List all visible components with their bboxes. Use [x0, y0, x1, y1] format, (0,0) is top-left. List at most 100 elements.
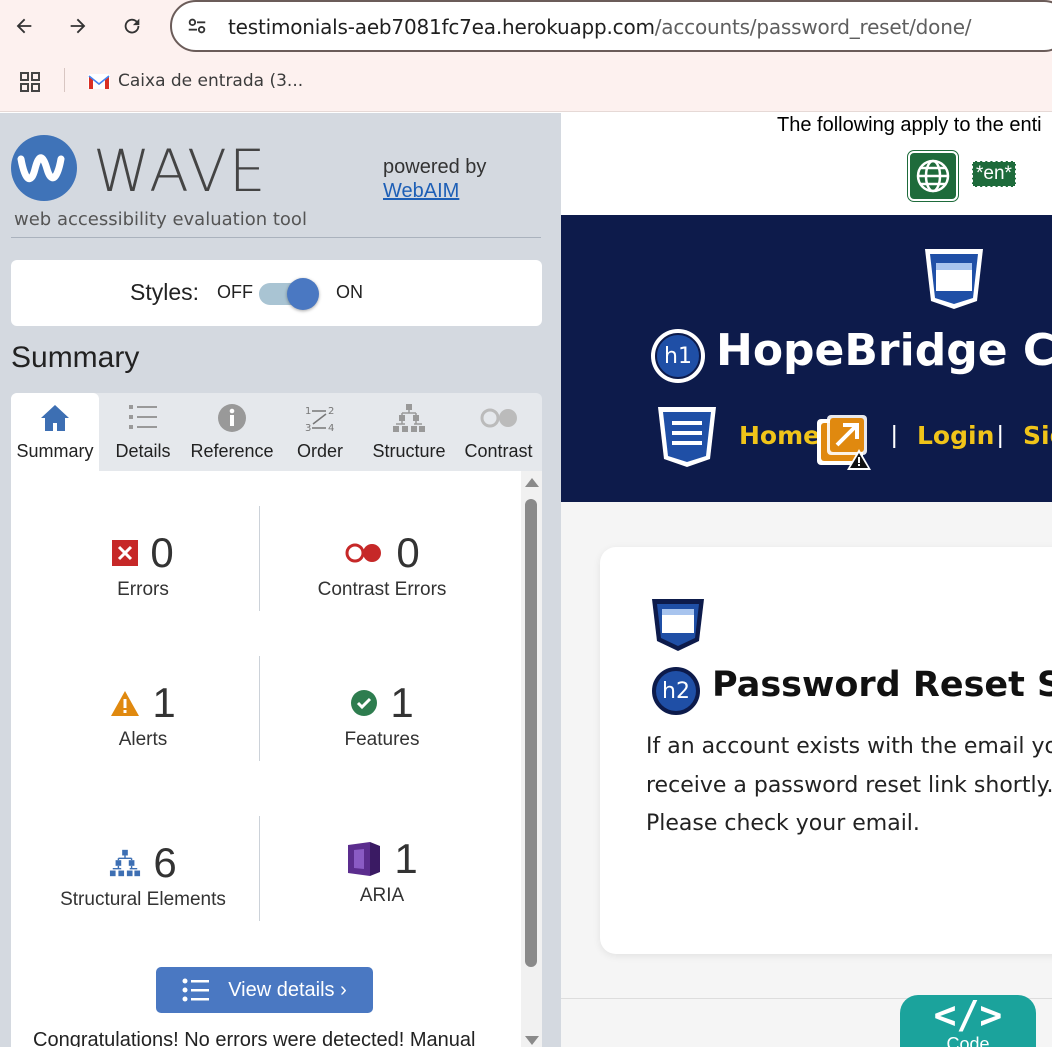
code-toggle-button[interactable]: </> Code: [900, 995, 1036, 1047]
redundant-link-alert-icon[interactable]: [815, 411, 873, 471]
message-line: Please check your email.: [646, 811, 920, 836]
svg-text:3: 3: [305, 423, 311, 434]
contrast-errors-label: Contrast Errors: [317, 579, 447, 600]
header-landmark-icon[interactable]: [921, 245, 987, 311]
stat-alerts[interactable]: 1 Alerts: [23, 679, 263, 751]
powered-by-text: powered by: [383, 156, 487, 178]
aria-icon: [348, 842, 381, 876]
feature-check-icon: [351, 690, 378, 716]
code-icon: </>: [933, 993, 1003, 1037]
reload-icon: [124, 18, 140, 34]
aria-label: ARIA: [359, 885, 405, 906]
language-badge[interactable]: *en*: [972, 161, 1016, 187]
language-notice: The following apply to the enti: [777, 114, 1042, 136]
globe-icon[interactable]: [907, 150, 959, 202]
divider: [11, 237, 541, 238]
language-notice-bar: The following apply to the enti *en*: [561, 113, 1052, 215]
view-details-label: View details ›: [228, 978, 347, 1001]
stat-features[interactable]: 1 Features: [262, 679, 502, 751]
structure-icon: [110, 849, 141, 877]
tab-contrast[interactable]: Contrast: [455, 393, 542, 471]
wave-logo-icon: [11, 135, 77, 201]
features-count: 1: [390, 679, 414, 726]
errors-count: 0: [150, 529, 174, 576]
back-arrow-icon: [16, 18, 32, 34]
h1-badge-icon[interactable]: h1: [651, 329, 705, 383]
powered-by: powered by WebAIM: [383, 155, 486, 203]
structure-icon: [393, 404, 425, 432]
site-title[interactable]: HopeBridge Co: [716, 325, 1052, 376]
browser-chrome: testimonials-aeb7081fc7ea.herokuapp.com/…: [0, 0, 1052, 112]
reload-button[interactable]: [114, 8, 150, 44]
nav-link-home[interactable]: Home: [739, 421, 820, 450]
aria-count: 1: [394, 835, 418, 882]
nav-separator: |: [997, 421, 1004, 449]
list-icon: [182, 978, 210, 1002]
scroll-down-arrow-icon[interactable]: [525, 1036, 539, 1045]
congrats-message: Congratulations! No errors were detected…: [33, 1029, 476, 1047]
bookmark-gmail[interactable]: Caixa de entrada (3...: [88, 71, 303, 91]
wave-tagline: web accessibility evaluation tool: [14, 209, 307, 230]
nav-link-login[interactable]: Login: [917, 421, 994, 450]
tab-label: Structure: [372, 441, 446, 461]
contrast-error-icon: [345, 543, 382, 563]
list-icon: [129, 405, 157, 429]
stat-errors[interactable]: 0 Errors: [23, 529, 263, 601]
nav-separator: |: [891, 421, 898, 449]
code-label: Code: [946, 1034, 990, 1047]
styles-off-label: OFF: [217, 282, 253, 302]
alerts-label: Alerts: [118, 729, 168, 750]
stat-structural[interactable]: 6 Structural Elements: [23, 839, 263, 911]
message-line: receive a password reset link shortly.: [646, 772, 1052, 798]
content-card: h2 Password Reset Sent If an account exi…: [600, 547, 1052, 954]
styles-toggle-knob[interactable]: [287, 278, 319, 310]
address-bar[interactable]: testimonials-aeb7081fc7ea.herokuapp.com/…: [170, 0, 1052, 52]
scroll-up-arrow-icon[interactable]: [525, 478, 539, 487]
styles-toggle-box: Styles: OFF ON: [11, 260, 542, 326]
bookmark-label: Caixa de entrada (3...: [118, 71, 304, 91]
apps-grid-icon[interactable]: [18, 70, 42, 99]
tab-reference[interactable]: Reference: [187, 393, 277, 471]
tab-order[interactable]: 1 2 3 4 Order: [277, 393, 363, 471]
wave-tabs: Summary Details Reference 1 2 3 4 Order Str…: [11, 393, 542, 471]
nav-link-signup[interactable]: Sig: [1023, 421, 1052, 450]
site-header: h1 HopeBridge Co Home | Login | Sig: [561, 215, 1052, 502]
h2-badge-text: h2: [656, 671, 696, 711]
h2-badge-icon[interactable]: h2: [650, 665, 702, 717]
reset-message: If an account exists with the email you …: [646, 728, 1052, 844]
tab-label: Summary: [16, 441, 94, 461]
stat-contrast-errors[interactable]: 0 Contrast Errors: [262, 529, 502, 601]
structural-label: Structural Elements: [60, 889, 226, 910]
wave-brand: WAVE: [93, 137, 268, 205]
scroll-thumb[interactable]: [525, 499, 537, 967]
summary-panel: 0 Errors 0 Contrast Errors 1 Alerts 1 Fe…: [11, 471, 521, 1047]
tab-label: Order: [296, 441, 343, 461]
svg-text:4: 4: [328, 423, 334, 434]
site-info-icon[interactable]: [186, 15, 208, 42]
main-landmark-icon[interactable]: [650, 597, 706, 653]
nav-landmark-icon[interactable]: [654, 403, 720, 471]
errors-label: Errors: [117, 579, 169, 600]
contrast-icon: [480, 408, 517, 428]
contrast-errors-count: 0: [396, 529, 420, 576]
view-details-button[interactable]: View details ›: [156, 967, 373, 1013]
tab-label: Details: [115, 441, 171, 461]
url-path: /accounts/password_reset/done/: [654, 15, 972, 39]
forward-button[interactable]: [60, 8, 96, 44]
tab-label: Contrast: [464, 441, 533, 461]
tab-structure[interactable]: Structure: [363, 393, 455, 471]
back-button[interactable]: [6, 8, 42, 44]
summary-scrollbar[interactable]: [521, 471, 542, 1047]
order-icon: 1 2 3 4: [305, 406, 334, 434]
svg-text:1: 1: [305, 406, 311, 417]
tab-summary[interactable]: Summary: [11, 393, 99, 471]
tab-details[interactable]: Details: [99, 393, 187, 471]
info-icon: [218, 404, 246, 432]
forward-arrow-icon: [70, 18, 86, 34]
h2-badge-inner: h2: [652, 667, 700, 715]
stat-aria[interactable]: 1 ARIA: [262, 835, 502, 907]
page-viewport: The following apply to the enti *en* h1 …: [561, 113, 1052, 1047]
webaim-link[interactable]: WebAIM: [383, 180, 459, 202]
page-heading: Password Reset Sent: [712, 665, 1052, 705]
url-text: testimonials-aeb7081fc7ea.herokuapp.com/…: [228, 15, 972, 39]
